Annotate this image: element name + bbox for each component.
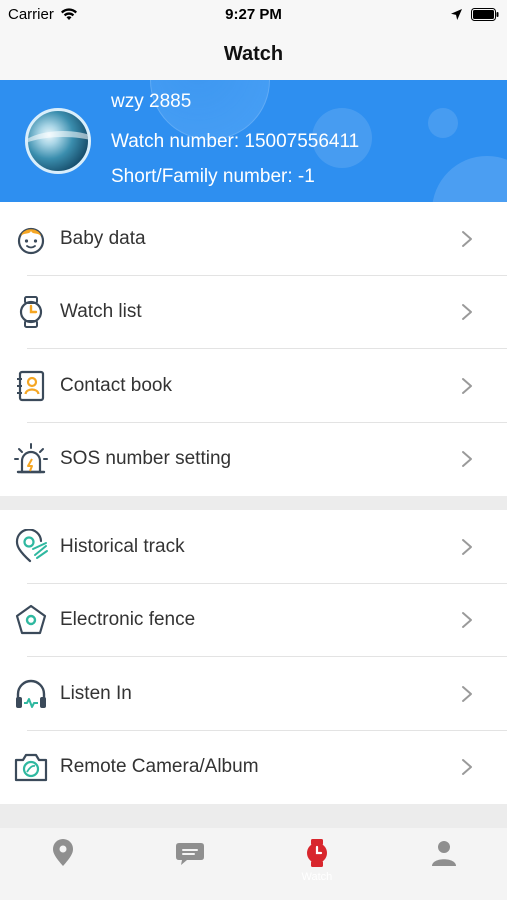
tab-location[interactable] [0,828,127,900]
menu-item-label: Remote Camera/Album [60,756,259,778]
avatar[interactable] [25,108,91,174]
page-title: Watch [223,42,284,65]
baby-face-icon [17,227,45,254]
chevron-right-icon [462,304,472,321]
menu-item-label: SOS number setting [60,448,232,470]
menu-group-features: Historical track Electronic fence Listen… [0,510,507,804]
menu-item-label: Baby data [60,227,146,249]
menu-item-contact-book[interactable]: Contact book [0,349,507,423]
menu-item-listen-in[interactable]: Listen In [0,657,507,731]
tab-profile[interactable] [380,828,507,900]
watch-icon [19,296,43,329]
chevron-right-icon [462,612,472,629]
menu-item-label: Contact book [60,374,172,396]
contact-book-icon [17,370,45,401]
wifi-icon [60,8,77,20]
person-icon [431,841,456,866]
decorative-bubble [432,156,507,202]
chevron-right-icon [462,538,472,555]
alarm-light-icon [14,443,48,474]
watch-icon [306,839,327,867]
menu-item-label: Listen In [60,682,132,704]
menu-item-label: Electronic fence [60,609,196,631]
camera-icon [14,754,48,782]
profile-name: wzy 2885 [111,91,192,112]
location-arrow-icon [451,8,462,20]
battery-icon [471,7,499,21]
fence-pentagon-icon [15,605,47,635]
chevron-right-icon [462,451,472,468]
short-family-number: Short/Family number: -1 [111,166,315,187]
tab-bar: Watch [0,828,507,900]
location-track-icon [15,528,48,562]
navigation-bar: Watch [0,28,507,80]
headphones-icon [16,679,46,708]
menu-item-label: Watch list [60,301,142,323]
menu-item-sos-number-setting[interactable]: SOS number setting [0,423,507,497]
decorative-bubble [428,108,458,138]
chevron-right-icon [462,685,472,702]
profile-header[interactable]: wzy 2885 Watch number: 15007556411 Short… [0,80,507,202]
tab-chat[interactable] [127,828,254,900]
chevron-right-icon [462,230,472,247]
menu-item-label: Historical track [60,535,185,557]
chevron-right-icon [462,759,472,776]
menu-item-historical-track[interactable]: Historical track [0,510,507,584]
tab-label-watch: Watch [301,871,333,883]
location-pin-icon [53,839,74,866]
chat-bubble-icon [176,843,205,865]
chevron-right-icon [462,377,472,394]
status-bar: Carrier 9:27 PM [0,0,507,28]
carrier-label: Carrier [8,5,54,23]
menu-item-remote-camera-album[interactable]: Remote Camera/Album [0,731,507,805]
watch-number: Watch number: 15007556411 [111,131,360,152]
menu-group-device: Baby data Watch list Contact book SOS nu… [0,202,507,496]
tab-watch[interactable]: Watch [254,828,381,900]
menu-item-baby-data[interactable]: Baby data [0,202,507,276]
menu-item-watch-list[interactable]: Watch list [0,276,507,349]
menu-item-electronic-fence[interactable]: Electronic fence [0,584,507,657]
